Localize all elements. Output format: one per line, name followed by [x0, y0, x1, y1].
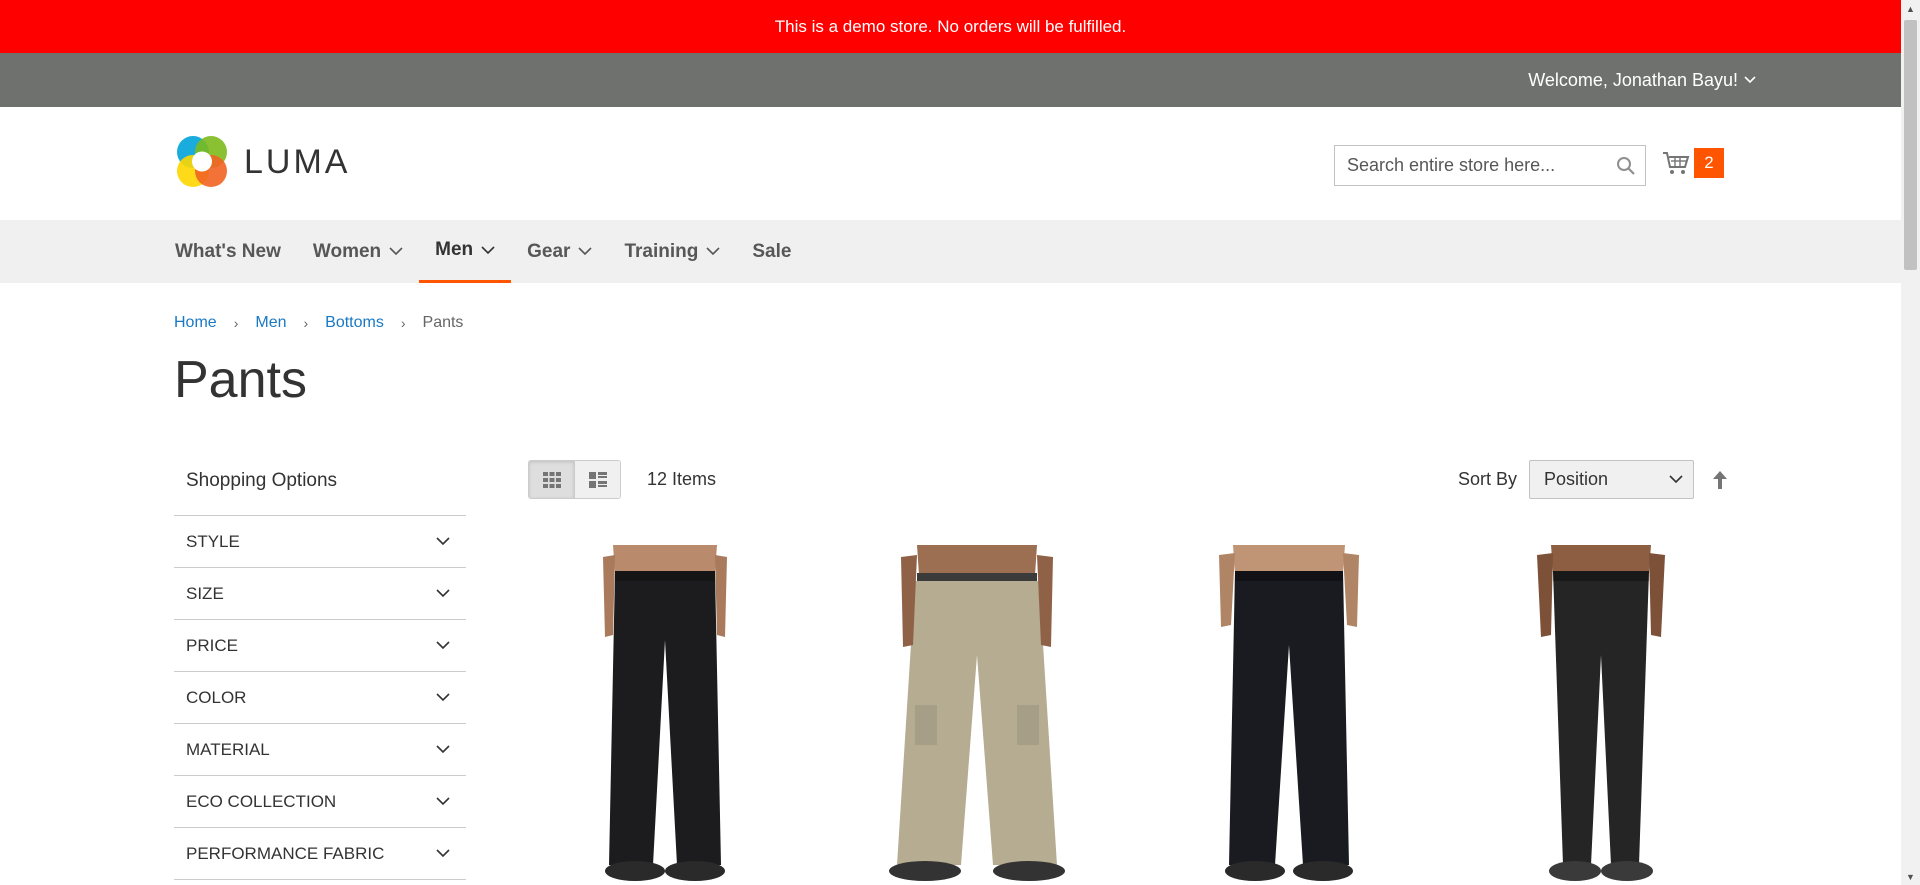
filter-label: PERFORMANCE FABRIC [186, 843, 385, 863]
luma-logo-icon [177, 136, 227, 187]
filter-performance-fabric[interactable]: PERFORMANCE FABRIC [174, 828, 466, 880]
nav-item-training[interactable]: Training [608, 220, 736, 283]
nav-item-men[interactable]: Men [419, 220, 512, 283]
breadcrumb-current: Pants [422, 314, 464, 331]
nav-item-label: Men [435, 239, 474, 260]
vertical-scrollbar[interactable]: ▲ ▼ [1901, 0, 1920, 885]
minicart[interactable]: 2 [1662, 148, 1724, 178]
shopping-options-sidebar: Shopping Options STYLE SIZE PRICE COLOR … [174, 460, 466, 880]
sort-by-label: Sort By [1457, 469, 1517, 489]
scroll-down-icon[interactable]: ▼ [1901, 868, 1920, 885]
filter-label: ECO COLLECTION [186, 791, 337, 811]
welcome-text: Welcome, Jonathan Bayu! [1528, 69, 1738, 90]
filter-label: COLOR [186, 687, 247, 707]
demo-notice-bar: This is a demo store. No orders will be … [0, 0, 1901, 53]
chevron-down-icon [436, 641, 450, 650]
list-view-button[interactable] [574, 461, 620, 498]
search-icon[interactable] [1616, 156, 1636, 176]
sorter: Sort By Position [1458, 460, 1728, 499]
product-image [889, 545, 1065, 881]
nav-item-label: Gear [527, 240, 571, 262]
filter-label: STYLE [186, 531, 240, 551]
toolbar-amount: 12 Items [647, 469, 717, 489]
sort-direction-button[interactable] [1712, 470, 1728, 490]
filter-label: MATERIAL [186, 739, 270, 759]
product-image [603, 545, 727, 881]
chevron-right-icon: › [400, 315, 406, 331]
grid-view-button[interactable] [529, 461, 574, 498]
breadcrumb-bottoms[interactable]: Bottoms [325, 314, 384, 332]
cart-icon [1663, 152, 1690, 174]
filter-material[interactable]: MATERIAL [174, 724, 466, 776]
chevron-down-icon [436, 537, 450, 546]
sort-by-value: Position [1544, 469, 1609, 489]
chevron-down-icon [389, 247, 403, 256]
main-navigation: What's New Women Men Gear Training Sale [0, 220, 1901, 283]
chevron-down-icon [436, 589, 450, 598]
nav-item-women[interactable]: Women [297, 220, 419, 283]
chevron-right-icon: › [233, 315, 239, 331]
filter-style[interactable]: STYLE [174, 516, 466, 568]
search-input[interactable] [1335, 146, 1617, 185]
product-grid [528, 545, 1738, 885]
nav-item-gear[interactable]: Gear [511, 220, 608, 283]
view-mode-switcher [528, 460, 621, 499]
cart-count-badge: 2 [1694, 148, 1724, 178]
product-image [1537, 545, 1665, 881]
nav-item-sale[interactable]: Sale [736, 220, 807, 283]
filter-color[interactable]: COLOR [174, 672, 466, 724]
scrollbar-thumb[interactable] [1904, 20, 1917, 270]
page-title: Pants [174, 351, 307, 409]
chevron-down-icon [481, 245, 495, 254]
search-box [1334, 145, 1646, 186]
chevron-right-icon: › [303, 315, 309, 331]
sidebar-title: Shopping Options [174, 460, 466, 516]
filter-eco-collection[interactable]: ECO COLLECTION [174, 776, 466, 828]
chevron-down-icon [436, 745, 450, 754]
scroll-up-icon[interactable]: ▲ [1901, 0, 1920, 17]
logo-text: LUMA [244, 142, 351, 181]
nav-item-label: Training [624, 240, 699, 262]
grid-icon [542, 471, 561, 488]
filter-label: PRICE [186, 635, 238, 655]
chevron-down-icon [1669, 475, 1683, 484]
nav-item-label: Women [312, 240, 382, 262]
breadcrumb: Home › Men › Bottoms › Pants [174, 314, 463, 332]
product-item[interactable] [840, 545, 1114, 885]
arrow-up-icon [1713, 470, 1727, 489]
chevron-down-icon [436, 797, 450, 806]
list-icon [588, 471, 607, 488]
products-toolbar: 12 Items Sort By Position [528, 460, 1728, 501]
product-item[interactable] [1152, 545, 1426, 885]
chevron-down-icon [436, 849, 450, 858]
sort-by-select[interactable]: Position [1529, 460, 1694, 499]
breadcrumb-home[interactable]: Home [174, 314, 217, 332]
product-item[interactable] [528, 545, 802, 885]
luma-logo[interactable]: LUMA [174, 133, 350, 191]
welcome-account-menu[interactable]: Welcome, Jonathan Bayu! [1528, 53, 1756, 107]
chevron-down-icon [706, 247, 720, 256]
nav-item-label: Sale [752, 240, 792, 262]
product-item[interactable] [1464, 545, 1738, 885]
nav-item-whats-new[interactable]: What's New [159, 220, 297, 283]
top-panel: Welcome, Jonathan Bayu! [0, 53, 1901, 107]
breadcrumb-men[interactable]: Men [255, 314, 286, 332]
page: This is a demo store. No orders will be … [0, 0, 1901, 885]
chevron-down-icon [436, 693, 450, 702]
product-image [1219, 545, 1359, 881]
chevron-down-icon [1744, 76, 1756, 84]
nav-item-label: What's New [175, 240, 281, 262]
demo-notice-text: This is a demo store. No orders will be … [774, 16, 1127, 36]
filter-price[interactable]: PRICE [174, 620, 466, 672]
filter-label: SIZE [186, 583, 224, 603]
chevron-down-icon [578, 247, 593, 256]
filter-size[interactable]: SIZE [174, 568, 466, 620]
